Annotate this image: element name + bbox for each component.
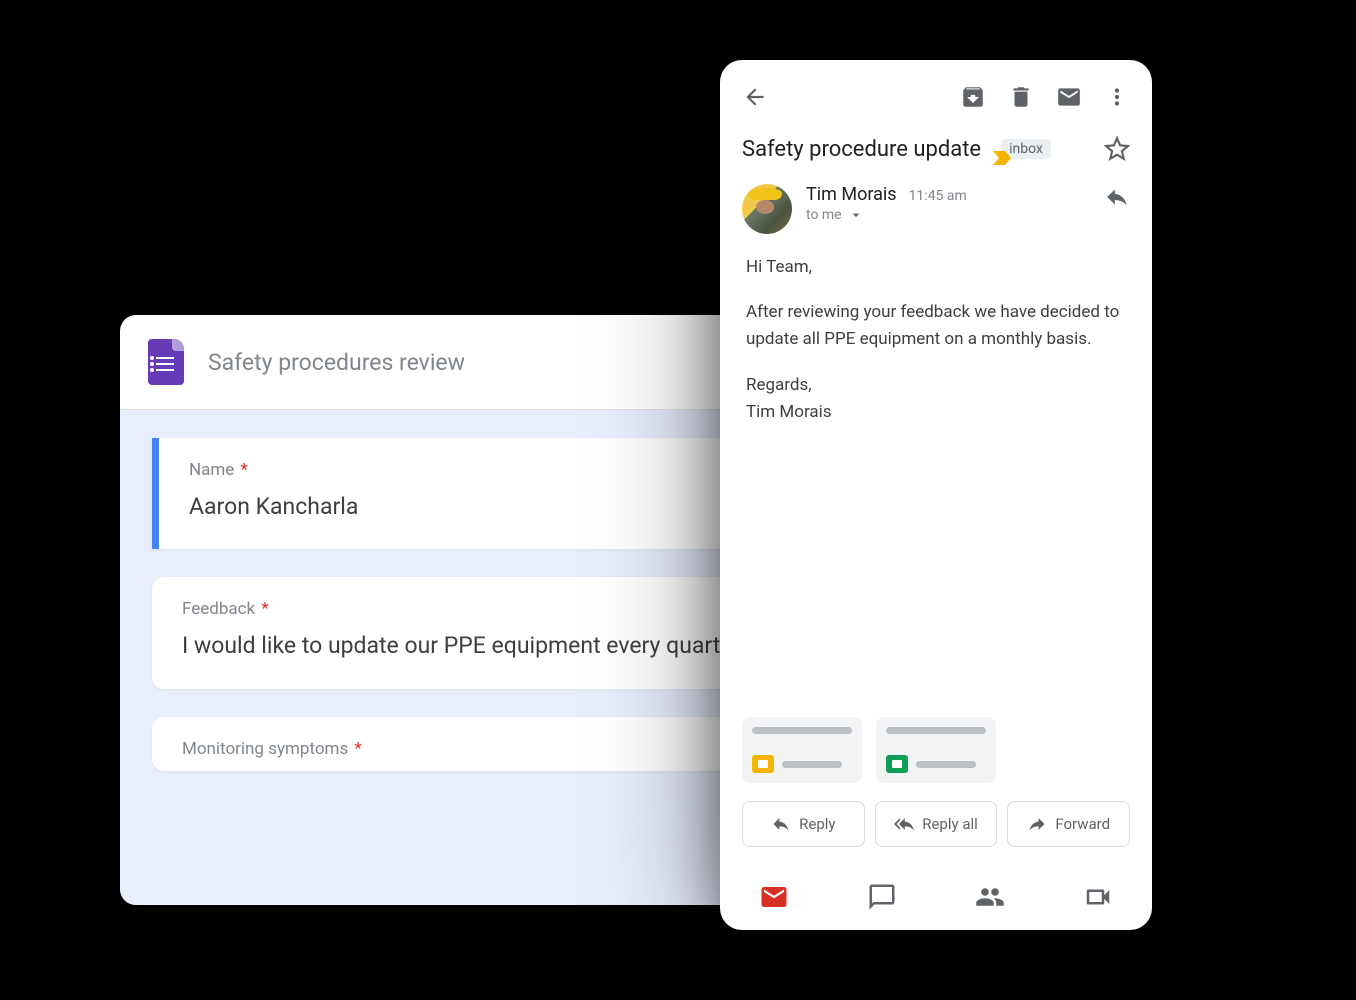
nav-chat-icon[interactable] (867, 882, 897, 912)
google-forms-icon (148, 339, 184, 385)
action-row: Reply Reply all Forward (720, 783, 1152, 865)
placeholder-line (752, 727, 852, 734)
reply-all-button[interactable]: Reply all (875, 801, 998, 847)
reply-icon (771, 814, 791, 834)
avatar[interactable] (742, 184, 792, 234)
placeholder-line (782, 761, 842, 768)
placeholder-line (886, 727, 986, 734)
required-mark: * (241, 460, 248, 480)
button-label: Reply (799, 815, 835, 833)
mail-icon[interactable] (1056, 84, 1082, 110)
signoff-regards: Regards, (746, 375, 812, 395)
gmail-toolbar (720, 60, 1152, 110)
sender-row: Tim Morais 11:45 am to me (720, 168, 1152, 242)
nav-mail-icon[interactable] (759, 882, 789, 912)
more-icon[interactable] (1104, 84, 1130, 110)
attachment-slides[interactable] (742, 717, 862, 783)
sender-name: Tim Morais (806, 184, 897, 205)
required-mark: * (354, 739, 361, 759)
body-paragraph: After reviewing your feedback we have de… (746, 299, 1126, 353)
button-label: Forward (1055, 815, 1110, 833)
subject-row: Safety procedure update inbox (720, 110, 1152, 168)
body-signoff: Regards, Tim Morais (746, 372, 1126, 426)
email-subject: Safety procedure update (742, 137, 981, 162)
required-mark: * (261, 599, 268, 619)
back-icon[interactable] (742, 84, 768, 110)
chevron-down-icon (848, 207, 864, 223)
attachment-sheets[interactable] (876, 717, 996, 783)
label-text: Name (189, 460, 234, 480)
label-text: Feedback (182, 599, 255, 619)
attachments-row (720, 717, 1152, 783)
recipient-dropdown[interactable]: to me (806, 207, 1090, 223)
sender-time: 11:45 am (909, 188, 967, 204)
reply-all-icon (894, 814, 914, 834)
forward-button[interactable]: Forward (1007, 801, 1130, 847)
nav-spaces-icon[interactable] (975, 882, 1005, 912)
forward-icon (1027, 814, 1047, 834)
button-label: Reply all (922, 815, 978, 833)
gmail-panel: Safety procedure update inbox Tim Morais… (720, 60, 1152, 930)
nav-meet-icon[interactable] (1083, 882, 1113, 912)
star-icon[interactable] (1104, 136, 1130, 162)
trash-icon[interactable] (1008, 84, 1034, 110)
reply-icon[interactable] (1104, 184, 1130, 210)
placeholder-line (916, 761, 976, 768)
to-me-label: to me (806, 207, 842, 223)
sheets-icon (886, 755, 908, 773)
signoff-name: Tim Morais (746, 402, 832, 422)
bottom-nav (720, 865, 1152, 930)
label-text: Monitoring symptoms (182, 739, 348, 759)
archive-icon[interactable] (960, 84, 986, 110)
slides-icon (752, 755, 774, 773)
forms-title: Safety procedures review (208, 349, 465, 376)
body-greeting: Hi Team, (746, 254, 1126, 281)
reply-button[interactable]: Reply (742, 801, 865, 847)
email-body: Hi Team, After reviewing your feedback w… (720, 242, 1152, 717)
